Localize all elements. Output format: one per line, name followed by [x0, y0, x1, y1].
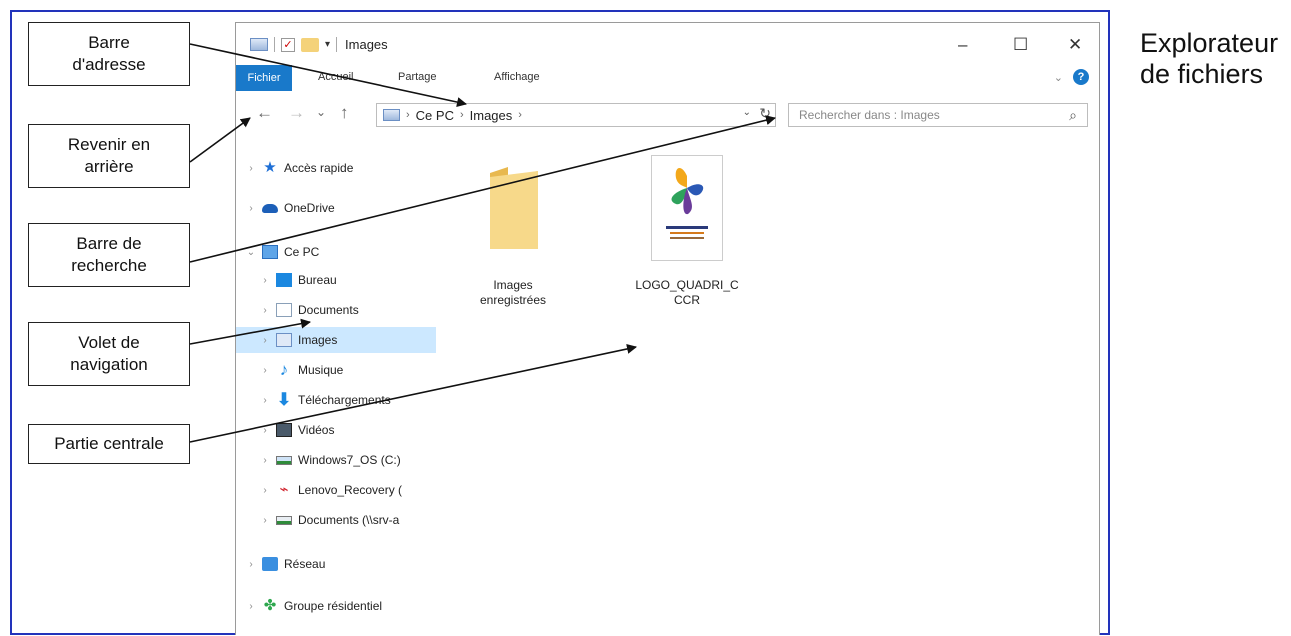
arrow-to-back-button [189, 117, 251, 163]
arrow-to-navigation-pane [189, 318, 311, 345]
arrow-to-address-bar [189, 43, 467, 107]
arrow-to-central-part [189, 343, 637, 443]
callout-arrows [189, 43, 776, 443]
arrow-to-search-bar [189, 115, 776, 263]
